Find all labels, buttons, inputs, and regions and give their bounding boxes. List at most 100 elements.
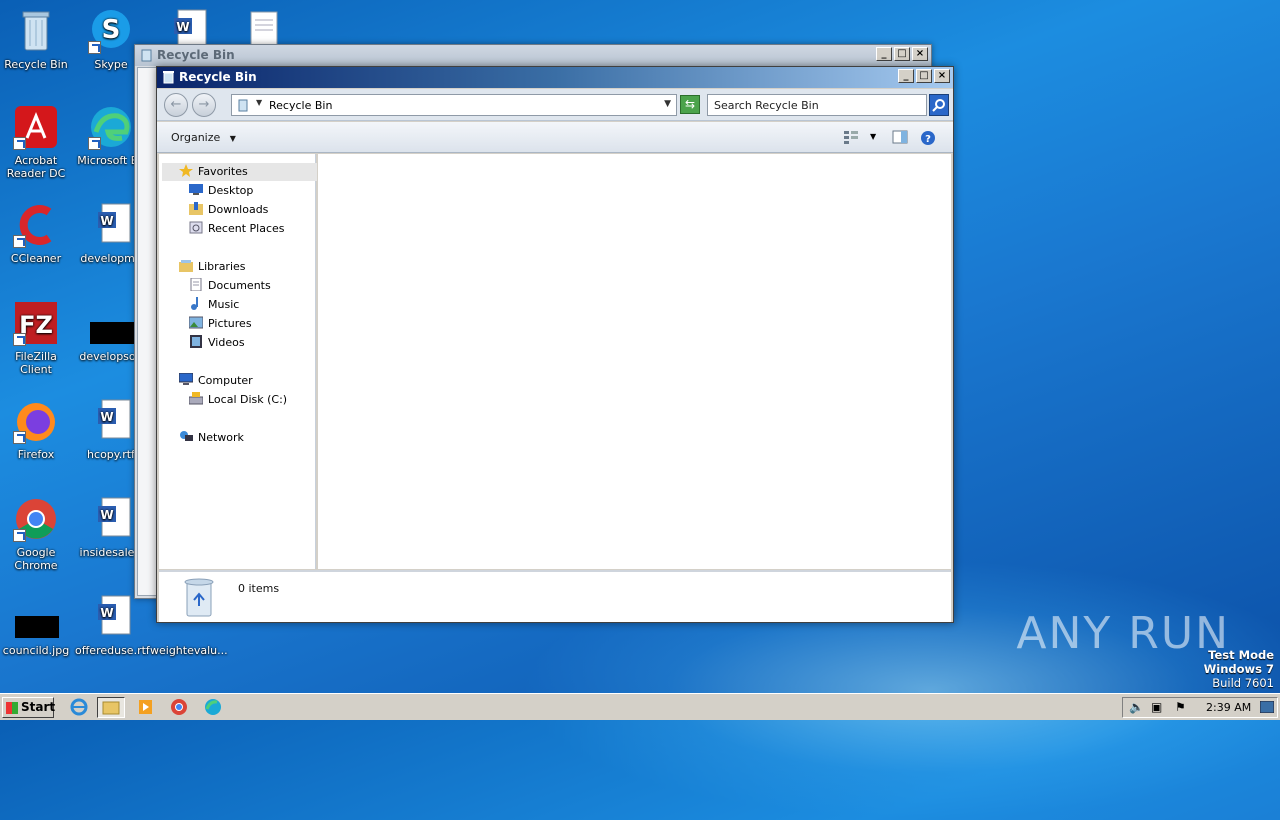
close-button[interactable]: × bbox=[912, 47, 928, 61]
recycle-bin-window[interactable]: Recycle Bin _ □ × ← → ▼ Recycle Bin ▼ ⇆ … bbox=[156, 66, 954, 623]
view-options-dropdown-icon[interactable]: ▼ bbox=[870, 132, 876, 141]
start-label: Start bbox=[21, 700, 56, 714]
close-button[interactable]: × bbox=[934, 69, 950, 83]
desktop-icon bbox=[189, 183, 203, 196]
nav-documents[interactable]: Documents bbox=[189, 277, 271, 295]
nav-computer[interactable]: Computer bbox=[178, 372, 253, 390]
forward-button[interactable]: → bbox=[192, 93, 216, 117]
maximize-button[interactable]: □ bbox=[894, 47, 910, 61]
nav-music[interactable]: Music bbox=[189, 296, 239, 314]
svg-text:W: W bbox=[176, 20, 189, 34]
taskbar-explorer[interactable] bbox=[97, 697, 125, 718]
minimize-button[interactable]: _ bbox=[898, 69, 914, 83]
test-mode-label: Test Mode bbox=[1208, 648, 1274, 662]
recycle-bin-icon bbox=[238, 99, 248, 112]
firefox-icon bbox=[13, 398, 59, 444]
recent-places-icon bbox=[189, 221, 203, 234]
nav-libraries[interactable]: Libraries bbox=[179, 258, 246, 276]
documents-icon bbox=[189, 277, 203, 292]
start-button[interactable]: Start bbox=[2, 697, 56, 718]
nav-label: Videos bbox=[208, 336, 245, 349]
nav-label: Documents bbox=[208, 279, 271, 292]
anyrun-watermark: ANY RUN bbox=[1016, 608, 1230, 659]
help-icon[interactable]: ? bbox=[920, 130, 936, 146]
desktop-icon-acrobat[interactable]: Acrobat Reader DC bbox=[0, 104, 72, 180]
chevron-down-icon: ▼ bbox=[229, 134, 236, 143]
svg-text:W: W bbox=[100, 214, 113, 228]
computer-icon bbox=[178, 372, 194, 386]
nav-label: Pictures bbox=[208, 317, 252, 330]
nav-desktop[interactable]: Desktop bbox=[189, 182, 253, 200]
clock[interactable]: 2:39 AM bbox=[1206, 701, 1251, 714]
desktop-icon-councild[interactable]: councild.jpg bbox=[0, 594, 72, 657]
maximize-button[interactable]: □ bbox=[916, 69, 932, 83]
change-view-icon[interactable] bbox=[843, 130, 859, 144]
taskbar-ie[interactable] bbox=[66, 697, 94, 718]
show-desktop-icon[interactable] bbox=[1260, 701, 1274, 713]
search-button[interactable] bbox=[929, 94, 949, 116]
desktop-icon-label: developme bbox=[80, 252, 142, 265]
taskbar-edge[interactable] bbox=[200, 697, 228, 718]
taskbar-chrome[interactable] bbox=[166, 697, 194, 718]
background-window-titlebar[interactable]: Recycle Bin _ □ × bbox=[135, 45, 931, 66]
breadcrumb-chevron-icon[interactable]: ▼ bbox=[256, 98, 262, 107]
windows-logo-icon bbox=[6, 702, 18, 714]
desktop-icon-label: FileZilla Client bbox=[15, 350, 57, 376]
address-bar[interactable]: ▼ Recycle Bin ▼ bbox=[231, 94, 677, 116]
desktop-icon-label: Skype bbox=[94, 58, 128, 71]
nav-label: Music bbox=[208, 298, 240, 311]
volume-icon[interactable]: 🔈 bbox=[1129, 700, 1144, 714]
os-watermark: Test Mode Windows 7 Build 7601 bbox=[1204, 648, 1274, 690]
acrobat-icon bbox=[13, 104, 59, 150]
nav-downloads[interactable]: Downloads bbox=[189, 201, 268, 219]
command-bar: Organize ▼ ▼ ? bbox=[157, 122, 953, 153]
desktop-icon-filezilla[interactable]: FZ FileZilla Client bbox=[0, 300, 72, 376]
taskbar-media-player[interactable] bbox=[132, 697, 160, 718]
desktop-icon-label: insidesale.r bbox=[79, 546, 143, 559]
nav-videos[interactable]: Videos bbox=[189, 334, 245, 352]
ccleaner-icon bbox=[13, 202, 59, 248]
refresh-button[interactable]: ⇆ bbox=[680, 95, 700, 114]
network-icon bbox=[179, 430, 193, 443]
nav-label: Downloads bbox=[208, 203, 269, 216]
black-thumbnail-icon bbox=[13, 594, 59, 640]
nav-recent-places[interactable]: Recent Places bbox=[189, 220, 285, 238]
nav-label: Recent Places bbox=[208, 222, 285, 235]
nav-pictures[interactable]: Pictures bbox=[188, 315, 252, 333]
back-button[interactable]: ← bbox=[164, 93, 188, 117]
preview-pane-icon[interactable] bbox=[892, 130, 908, 144]
nav-local-disk[interactable]: Local Disk (C:) bbox=[188, 391, 287, 409]
nav-favorites[interactable]: Favorites bbox=[179, 163, 248, 181]
network-tray-icon[interactable]: ▣ bbox=[1151, 700, 1162, 714]
navigation-pane: Favorites Desktop Downloads Recent Place… bbox=[159, 154, 317, 569]
svg-text:W: W bbox=[100, 410, 113, 424]
desktop-icon-firefox[interactable]: Firefox bbox=[0, 398, 72, 461]
details-pane: 0 items bbox=[159, 570, 951, 622]
libraries-icon bbox=[179, 259, 193, 272]
desktop-icon-offereduse[interactable]: W offereduse.rtf bbox=[75, 594, 150, 657]
file-list-area[interactable] bbox=[318, 154, 951, 569]
edge-icon bbox=[205, 699, 221, 715]
shortcut-arrow-icon bbox=[13, 333, 26, 346]
nav-network[interactable]: Network bbox=[179, 429, 244, 447]
address-breadcrumb[interactable]: Recycle Bin bbox=[269, 99, 332, 112]
search-input[interactable]: Search Recycle Bin bbox=[707, 94, 927, 116]
minimize-button[interactable]: _ bbox=[876, 47, 892, 61]
desktop-icon-label: Google Chrome bbox=[14, 546, 58, 572]
skype-icon: S bbox=[88, 8, 134, 54]
videos-icon bbox=[189, 335, 203, 348]
shortcut-arrow-icon bbox=[88, 137, 101, 150]
organize-menu[interactable]: Organize ▼ bbox=[171, 131, 236, 144]
chrome-icon bbox=[171, 699, 187, 715]
address-dropdown-icon[interactable]: ▼ bbox=[664, 99, 671, 109]
desktop-icon-recycle-bin[interactable]: Recycle Bin bbox=[0, 8, 72, 71]
shortcut-arrow-icon bbox=[13, 431, 26, 444]
word-document-icon: W bbox=[88, 594, 134, 640]
desktop-icon-ccleaner[interactable]: CCleaner bbox=[0, 202, 72, 265]
filezilla-icon: FZ bbox=[13, 300, 59, 346]
black-thumbnail-icon bbox=[88, 300, 134, 346]
desktop-icon-label: Recycle Bin bbox=[4, 58, 68, 71]
window-titlebar[interactable]: Recycle Bin _ □ × bbox=[157, 67, 953, 88]
desktop-icon-chrome[interactable]: Google Chrome bbox=[0, 496, 72, 572]
action-center-flag-icon[interactable]: ⚑ bbox=[1175, 700, 1186, 714]
